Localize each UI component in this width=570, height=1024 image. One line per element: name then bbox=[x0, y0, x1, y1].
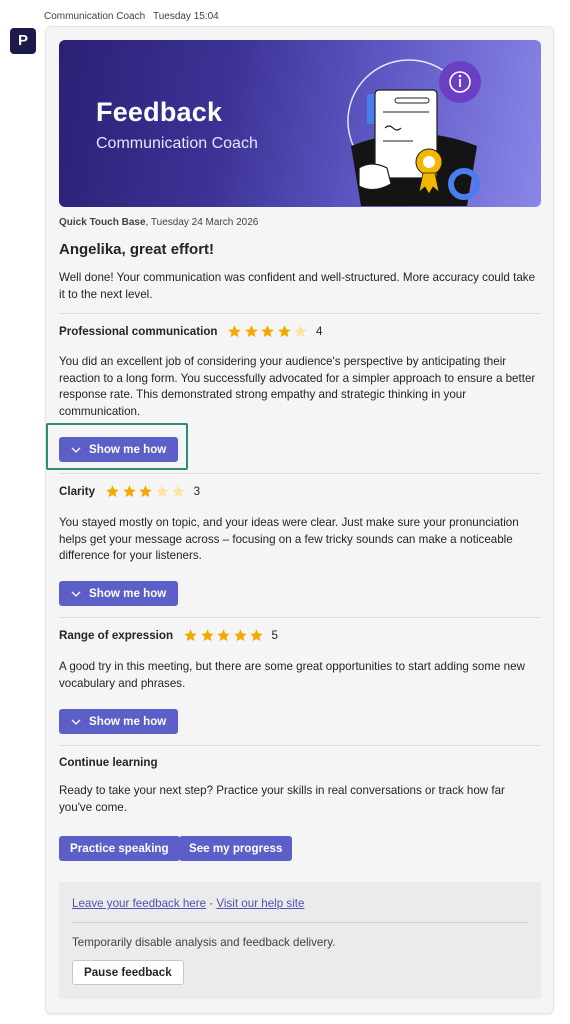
feedback-banner: Feedback Communication Coach bbox=[59, 40, 541, 207]
divider bbox=[59, 313, 541, 314]
banner-subtitle: Communication Coach bbox=[96, 135, 258, 152]
app-avatar[interactable]: P bbox=[10, 28, 36, 54]
feedback-card: Feedback Communication Coach Quick Touch… bbox=[45, 26, 554, 1014]
chevron-down-icon bbox=[71, 447, 81, 453]
continue-learning-heading: Continue learning bbox=[59, 756, 158, 769]
skill-row-range-of-expression: Range of expression 5 bbox=[59, 628, 278, 643]
skill-score: 3 bbox=[193, 485, 201, 498]
message-meta: Communication Coach Tuesday 15:04 bbox=[44, 11, 219, 22]
star-icon bbox=[106, 485, 119, 498]
show-me-how-button[interactable]: Show me how bbox=[59, 709, 179, 734]
skill-name: Range of expression bbox=[59, 629, 174, 642]
show-me-how-button[interactable]: Show me how bbox=[59, 581, 179, 606]
message-time: Tuesday 15:04 bbox=[152, 11, 219, 22]
skill-feedback-text: You stayed mostly on topic, and your ide… bbox=[59, 516, 519, 562]
greeting-heading: Angelika, great effort! bbox=[59, 241, 215, 258]
link-separator: · bbox=[206, 897, 217, 910]
star-icon bbox=[245, 325, 258, 338]
summary-text: Well done! Your communication was confid… bbox=[59, 271, 536, 301]
skill-feedback-text: You did an excellent job of considering … bbox=[59, 355, 536, 418]
star-rating bbox=[105, 484, 188, 499]
chevron-down-icon bbox=[71, 591, 81, 597]
button-label: Show me how bbox=[89, 715, 167, 728]
show-me-how-button[interactable]: Show me how bbox=[59, 437, 179, 462]
feedback-footer: Leave your feedback here · Visit our hel… bbox=[59, 882, 541, 999]
pause-feedback-button[interactable]: Pause feedback bbox=[72, 960, 184, 985]
skill-row-professional-communication: Professional communication 4 bbox=[59, 324, 322, 339]
button-label: Show me how bbox=[89, 443, 167, 456]
disable-analysis-text: Temporarily disable analysis and feedbac… bbox=[72, 936, 336, 949]
star-icon bbox=[278, 325, 291, 338]
see-my-progress-button[interactable]: See my progress bbox=[179, 836, 293, 861]
practice-speaking-button[interactable]: Practice speaking bbox=[59, 836, 180, 861]
session-info: Quick Touch Base, Tuesday 24 March 2026 bbox=[59, 217, 258, 228]
skill-score: 5 bbox=[271, 629, 278, 642]
button-label: Show me how bbox=[89, 587, 167, 600]
chevron-down-icon bbox=[71, 719, 81, 725]
star-rating bbox=[183, 628, 266, 643]
star-icon bbox=[217, 629, 230, 642]
star-icon bbox=[184, 629, 197, 642]
skill-name: Clarity bbox=[59, 485, 96, 498]
session-name: Quick Touch Base bbox=[59, 217, 146, 228]
footer-links: Leave your feedback here · Visit our hel… bbox=[72, 897, 304, 910]
continue-learning-text: Ready to take your next step? Practice y… bbox=[59, 784, 505, 814]
star-rating bbox=[227, 324, 310, 339]
star-icon bbox=[261, 325, 275, 338]
divider bbox=[59, 473, 541, 474]
skill-feedback-text: A good try in this meeting, but there ar… bbox=[59, 660, 525, 690]
feedback-illustration bbox=[347, 59, 481, 206]
sender-name: Communication Coach bbox=[44, 11, 146, 22]
star-icon bbox=[294, 325, 308, 338]
star-icon bbox=[172, 485, 185, 498]
skill-row-clarity: Clarity 3 bbox=[59, 484, 200, 499]
star-icon bbox=[122, 485, 136, 498]
help-site-link[interactable]: Visit our help site bbox=[216, 897, 304, 910]
divider bbox=[59, 745, 541, 746]
star-icon bbox=[233, 629, 247, 642]
star-icon bbox=[200, 629, 214, 642]
divider bbox=[59, 617, 541, 618]
star-icon bbox=[155, 485, 169, 498]
skill-name: Professional communication bbox=[59, 325, 218, 338]
divider bbox=[72, 922, 528, 923]
session-date: , Tuesday 24 March 2026 bbox=[145, 217, 259, 228]
skill-score: 4 bbox=[315, 325, 323, 338]
star-icon bbox=[228, 325, 242, 338]
star-icon bbox=[139, 485, 152, 498]
banner-title: Feedback bbox=[96, 97, 223, 127]
star-icon bbox=[250, 629, 263, 642]
leave-feedback-link[interactable]: Leave your feedback here bbox=[72, 897, 206, 910]
